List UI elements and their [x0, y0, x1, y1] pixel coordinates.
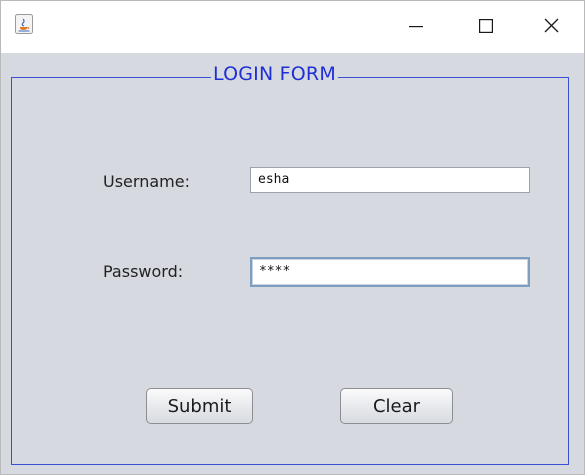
password-label: Password: — [103, 262, 184, 281]
close-icon — [544, 18, 559, 37]
username-field[interactable]: esha — [250, 167, 530, 193]
content-panel: LOGIN FORM Username: esha Password: ****… — [1, 53, 584, 474]
title-bar[interactable] — [1, 1, 584, 53]
maximize-button[interactable] — [456, 1, 516, 53]
login-window: LOGIN FORM Username: esha Password: ****… — [0, 0, 585, 475]
close-button[interactable] — [521, 1, 581, 53]
minimize-button[interactable] — [386, 1, 446, 53]
password-field[interactable]: **** — [250, 257, 530, 287]
maximize-icon — [479, 18, 494, 37]
submit-button[interactable]: Submit — [146, 388, 253, 424]
minimize-icon — [409, 18, 423, 37]
username-label: Username: — [103, 172, 190, 191]
java-cup-icon — [15, 14, 33, 34]
form-legend: LOGIN FORM — [211, 62, 338, 86]
clear-button[interactable]: Clear — [340, 388, 453, 424]
